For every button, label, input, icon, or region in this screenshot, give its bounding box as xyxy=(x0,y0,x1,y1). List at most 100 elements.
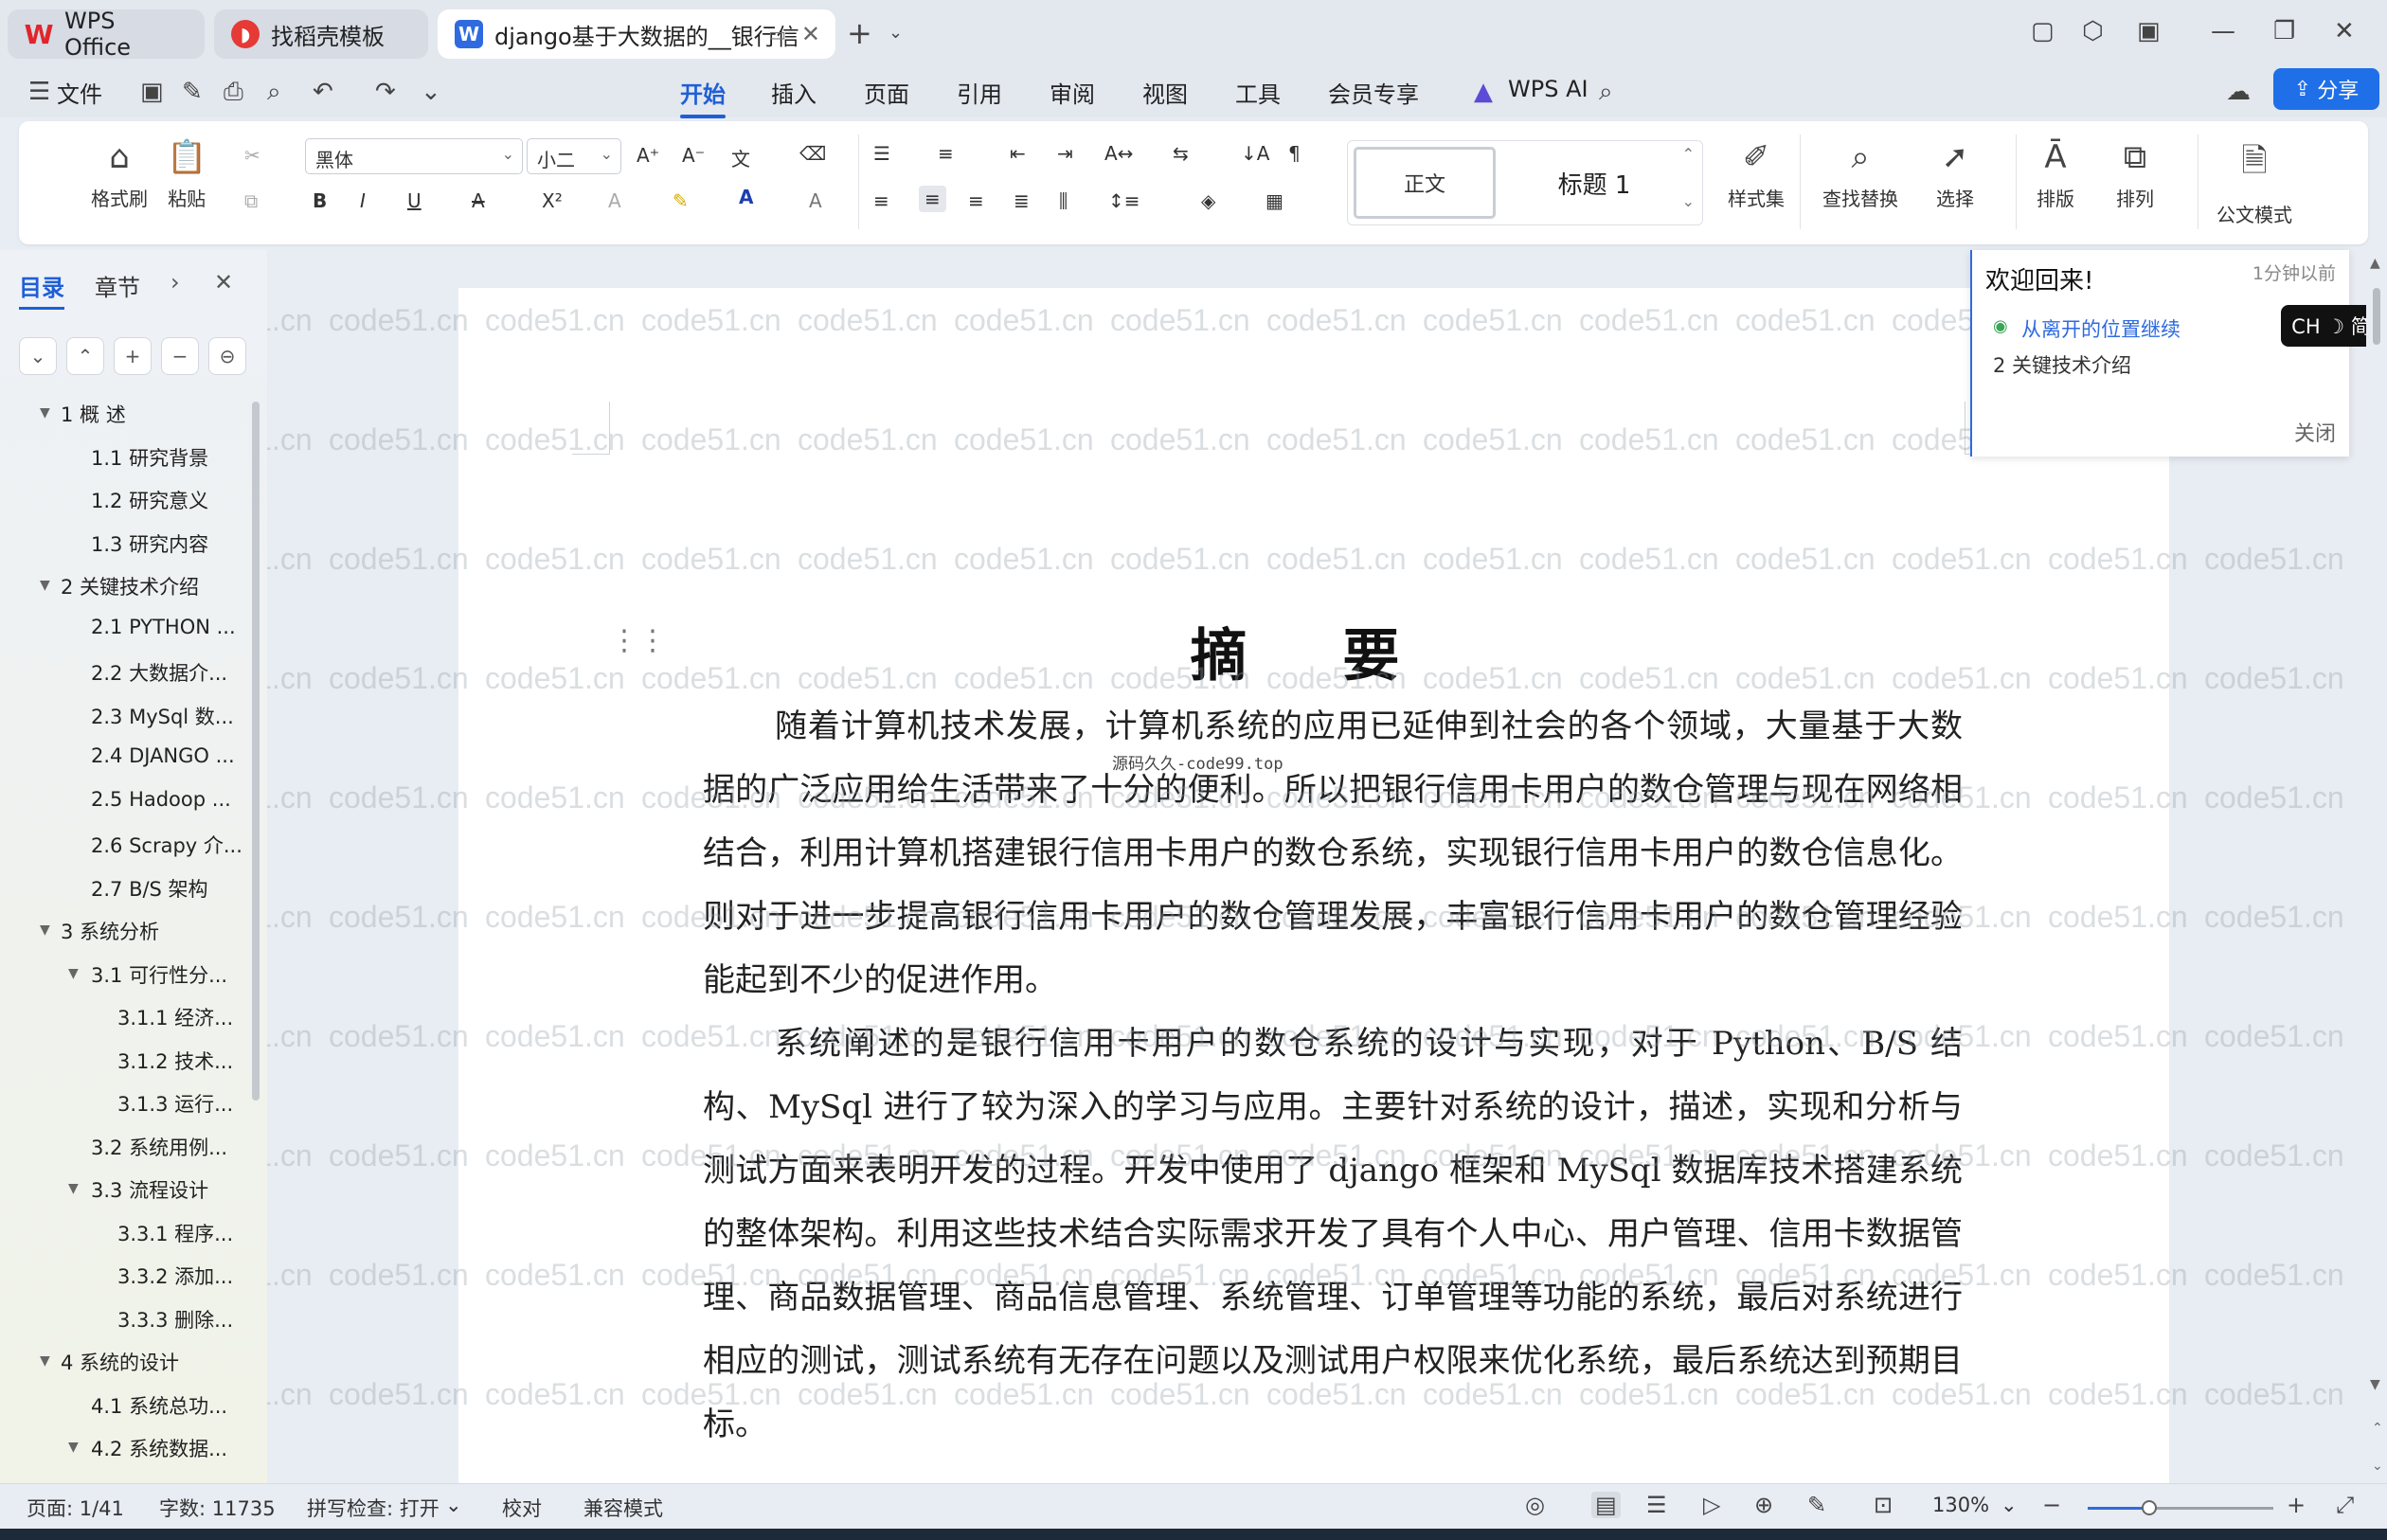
search-icon[interactable]: ⌕ xyxy=(1599,78,1613,107)
play-icon[interactable]: ▷ xyxy=(1703,1492,1720,1518)
vertical-scrollbar[interactable]: ▲ ▼ ⌃ ⌄ xyxy=(2366,250,2387,1483)
window-layout-icon[interactable]: ▢ xyxy=(2031,17,2055,45)
paragraph-1[interactable]: 随着计算机技术发展，计算机系统的应用已延伸到社会的各个领域，大量基于大数据的广泛… xyxy=(703,695,1963,1012)
toc-item[interactable]: 2.6 Scrapy 介... xyxy=(91,831,242,859)
share-button[interactable]: ⇪ 分享 xyxy=(2273,68,2379,110)
paragraph-2[interactable]: 系统阐述的是银行信用卡用户的数仓系统的设计与实现，对于 Python、B/S 结… xyxy=(703,1012,1963,1457)
find-replace-button[interactable]: ⌕ 查找替换 xyxy=(1822,138,1898,211)
toc-item[interactable]: 1 概 述 xyxy=(61,400,126,428)
bold-icon[interactable]: B xyxy=(313,189,327,212)
cloud-icon[interactable]: ☁ xyxy=(2226,78,2251,106)
avatar[interactable]: ▣ xyxy=(2137,17,2161,45)
zoom-slider[interactable] xyxy=(2088,1500,2273,1515)
text-direction-icon[interactable]: ⇆ xyxy=(1173,142,1189,165)
menu-view[interactable]: 视图 xyxy=(1142,76,1188,109)
shading-icon[interactable]: ◈ xyxy=(1201,189,1215,212)
document-title[interactable]: 摘 要 xyxy=(458,610,2169,692)
official-mode-button[interactable]: 🗎 公文模式 xyxy=(2216,138,2292,227)
toc-item[interactable]: 1.1 研究背景 xyxy=(91,443,208,472)
close-popup-button[interactable]: 关闭 xyxy=(2294,417,2336,447)
toc-item[interactable]: 3.3.2 添加... xyxy=(117,1262,233,1290)
toc-item[interactable]: 2.4 DJANGO ... xyxy=(91,744,235,767)
pen-icon[interactable]: ✎ xyxy=(1807,1492,1826,1518)
bullet-list-icon[interactable]: ☰ xyxy=(873,142,890,165)
toc-settings-button[interactable]: ⊖ xyxy=(208,337,246,375)
prev-page-icon[interactable]: ⌃ xyxy=(2372,1421,2383,1436)
page-indicator[interactable]: 页面: 1/41 xyxy=(27,1494,124,1522)
underline-icon[interactable]: U xyxy=(407,189,422,212)
char-scale-icon[interactable]: A↔ xyxy=(1104,142,1133,165)
chevron-right-icon[interactable]: › xyxy=(170,269,180,295)
undo-icon[interactable]: ↶ xyxy=(313,78,333,106)
expand-arrow-icon[interactable]: ▼ xyxy=(68,966,79,981)
align-left-icon[interactable]: ≡ xyxy=(873,189,889,212)
tab-template-search[interactable]: ◗ 找稻壳模板 xyxy=(214,9,428,59)
expand-arrow-icon[interactable]: ▼ xyxy=(40,1353,50,1369)
menu-tools[interactable]: 工具 xyxy=(1235,76,1281,109)
cube-icon[interactable]: ⬡ xyxy=(2082,17,2104,45)
continue-reading-link[interactable]: 从离开的位置继续 xyxy=(2021,314,2181,343)
toc-item[interactable]: 3.3 流程设计 xyxy=(91,1175,208,1204)
toc-item[interactable]: 2.7 B/S 架构 xyxy=(91,874,208,903)
next-page-icon[interactable]: ⌄ xyxy=(2372,1459,2383,1474)
tab-toc[interactable]: 目录 xyxy=(19,269,64,310)
zoom-out-icon[interactable]: − xyxy=(2042,1492,2061,1518)
spell-check[interactable]: 拼写检查: 打开 xyxy=(307,1494,440,1522)
numbered-list-icon[interactable]: ≡ xyxy=(938,142,954,165)
expand-arrow-icon[interactable]: ▼ xyxy=(40,922,50,938)
paste-button[interactable]: 📋 粘贴 xyxy=(167,138,206,211)
highlight-icon[interactable]: ✎ xyxy=(673,189,689,212)
expand-arrow-icon[interactable]: ▼ xyxy=(40,405,50,421)
toc-item[interactable]: 2.5 Hadoop ... xyxy=(91,788,231,811)
format-painter-button[interactable]: ⌂ 格式刷 xyxy=(91,138,148,211)
align-right-icon[interactable]: ≡ xyxy=(968,189,984,212)
menu-insert[interactable]: 插入 xyxy=(771,76,817,109)
toc-item[interactable]: 3.2 系统用例... xyxy=(91,1133,227,1161)
italic-icon[interactable]: I xyxy=(360,189,366,212)
style-heading1[interactable]: 标题 1 xyxy=(1518,149,1670,217)
align-center-icon[interactable]: ≡ xyxy=(919,186,946,212)
close-tab-icon[interactable]: ✕ xyxy=(801,21,820,47)
chevron-down-icon[interactable]: ⌄ xyxy=(2001,1494,2018,1516)
fit-page-icon[interactable]: ⊡ xyxy=(1874,1492,1893,1518)
expand-arrow-icon[interactable]: ▼ xyxy=(68,1181,79,1196)
eraser-icon[interactable]: ⌫ xyxy=(799,142,826,165)
menu-member[interactable]: 会员专享 xyxy=(1328,76,1419,109)
toc-item[interactable]: 3.3.1 程序... xyxy=(117,1219,233,1247)
line-spacing-icon[interactable]: ↕≡ xyxy=(1108,189,1140,212)
collapse-button[interactable]: ⌃ xyxy=(66,337,104,375)
toc-item[interactable]: 4.1 系统总功... xyxy=(91,1391,227,1420)
chevron-down-icon[interactable]: ⌄ xyxy=(421,78,441,106)
menu-home[interactable]: 开始 xyxy=(680,76,726,118)
tab-document[interactable]: W django基于大数据的__银行信 ▭ ✕ xyxy=(438,9,835,59)
zoom-slider-thumb[interactable] xyxy=(2141,1500,2157,1515)
compat-mode[interactable]: 兼容模式 xyxy=(583,1494,663,1522)
toc-item[interactable]: 1.3 研究内容 xyxy=(91,529,208,558)
decrease-indent-icon[interactable]: ⇤ xyxy=(1010,142,1026,165)
select-button[interactable]: ➚ 选择 xyxy=(1936,138,1974,211)
superscript-icon[interactable]: X² xyxy=(542,189,563,212)
eye-icon[interactable]: ◎ xyxy=(1525,1492,1545,1518)
char-shading-icon[interactable]: A xyxy=(809,189,822,212)
shrink-font-icon[interactable]: A⁻ xyxy=(682,144,705,167)
tab-wps-office[interactable]: W WPS Office xyxy=(8,8,205,61)
save-icon[interactable]: ▣ xyxy=(140,78,164,106)
screen-icon[interactable]: ▭ xyxy=(768,23,786,45)
pen-icon[interactable]: ✎ xyxy=(182,78,203,106)
layout-button[interactable]: Ā 排版 xyxy=(2037,138,2074,211)
close-icon[interactable]: ✕ xyxy=(214,269,233,295)
grow-font-icon[interactable]: A⁺ xyxy=(637,144,659,167)
toc-item[interactable]: 1.2 研究意义 xyxy=(91,486,208,514)
strikethrough-icon[interactable]: A xyxy=(472,189,485,212)
expand-arrow-icon[interactable]: ▼ xyxy=(68,1440,79,1455)
toc-item[interactable]: 3.1.3 运行... xyxy=(117,1089,233,1118)
toc-item[interactable]: 3.3.3 删除... xyxy=(117,1305,233,1334)
scroll-up-icon[interactable]: ▲ xyxy=(2370,256,2380,271)
remove-heading-button[interactable]: − xyxy=(161,337,199,375)
zoom-in-icon[interactable]: + xyxy=(2287,1492,2306,1518)
chevron-down-icon[interactable]: ⌄ xyxy=(1682,192,1695,210)
toc-item[interactable]: 3.1.1 经济... xyxy=(117,1003,233,1031)
expand-all-button[interactable]: ⌄ xyxy=(19,337,57,375)
phonetic-icon[interactable]: 文 xyxy=(731,144,750,171)
word-count[interactable]: 字数: 11735 xyxy=(159,1494,276,1522)
